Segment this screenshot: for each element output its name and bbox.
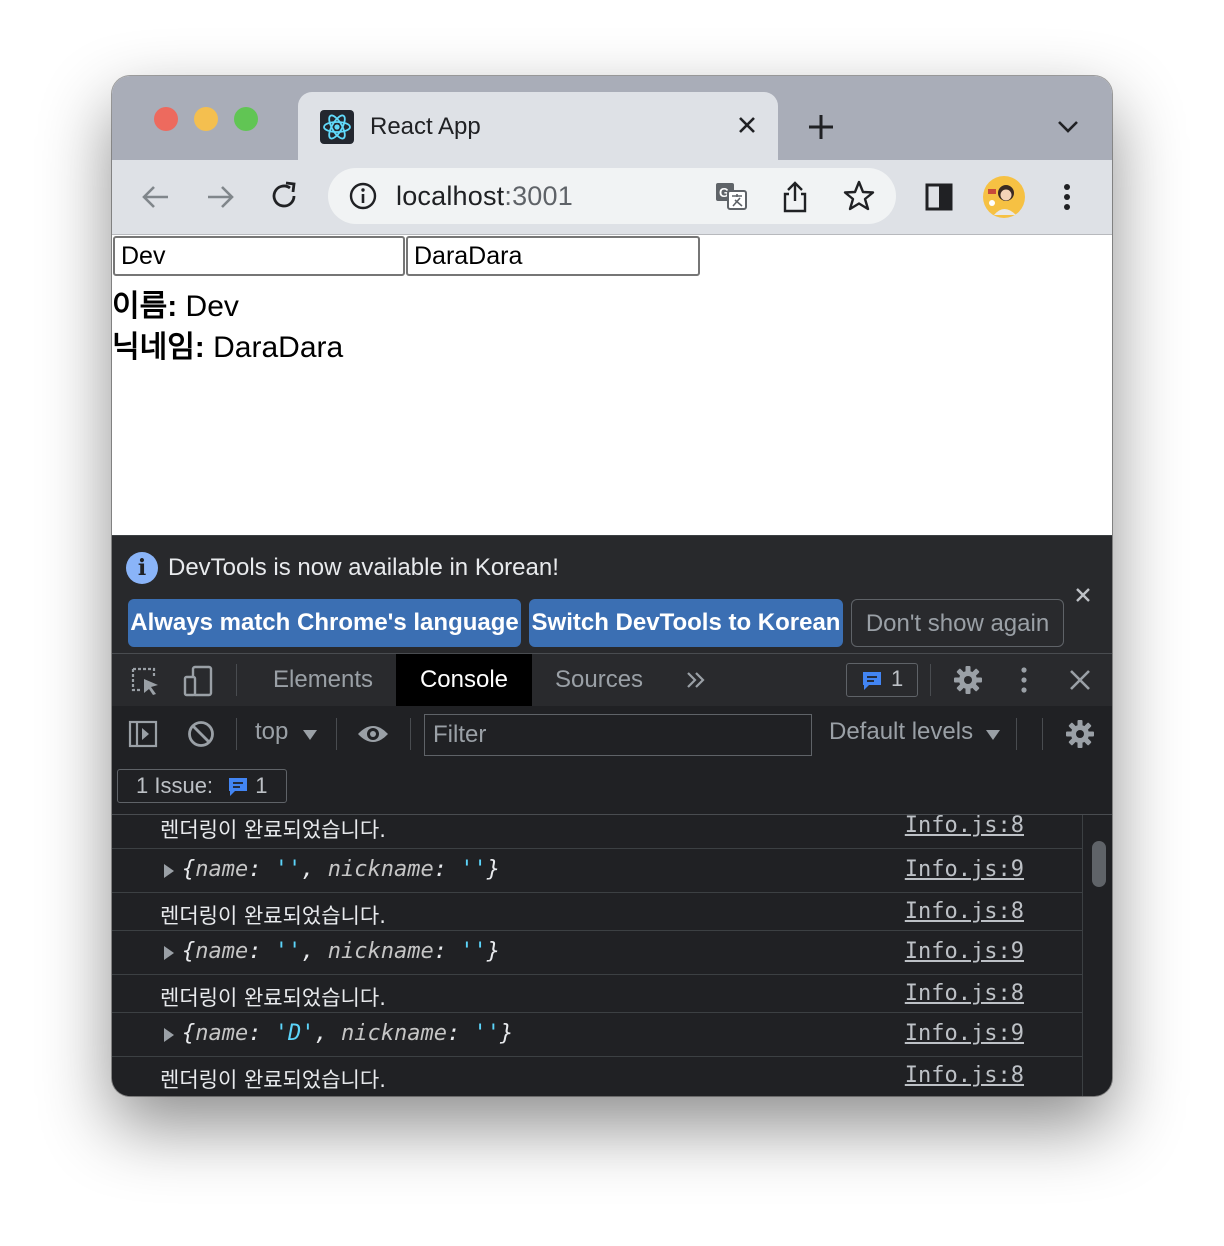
browser-toolbar: localhost:3001 G (112, 160, 1112, 235)
source-link[interactable]: Info.js:9 (905, 939, 1024, 964)
new-tab-plus-icon[interactable] (804, 110, 838, 144)
log-object: {name: '', nickname: ''} (182, 857, 500, 882)
share-icon[interactable] (780, 180, 810, 219)
tab-console[interactable]: Console (396, 654, 532, 706)
console-message[interactable]: {name: 'D', nickname: ''} Info.js:9 (112, 1013, 1082, 1057)
back-arrow-icon[interactable] (138, 180, 174, 219)
expand-triangle-icon[interactable] (164, 1028, 174, 1042)
name-display: 이름: Dev (112, 281, 239, 325)
scrollbar-thumb[interactable] (1092, 841, 1106, 887)
context-selector[interactable]: top (255, 718, 317, 746)
console-log: 렌더링이 완료되었습니다. Info.js:8 {name: '', nickn… (112, 815, 1082, 1096)
zoom-window-button[interactable] (234, 107, 258, 131)
always-match-language-button[interactable]: Always match Chrome's language (128, 599, 521, 647)
console-scrollbar[interactable] (1082, 815, 1112, 1096)
devtools-panel: i DevTools is now available in Korean! A… (112, 535, 1112, 1096)
issues-count: 1 (255, 773, 268, 798)
tab-sources[interactable]: Sources (555, 654, 643, 706)
console-message: 렌더링이 완료되었습니다. Info.js:8 (112, 1057, 1082, 1096)
log-text: 렌더링이 완료되었습니다. (160, 818, 386, 842)
console-message: 렌더링이 완료되었습니다. Info.js:8 (112, 893, 1082, 931)
dont-show-again-button[interactable]: Don't show again (851, 599, 1064, 647)
infobar-close-icon[interactable] (1072, 584, 1094, 606)
log-text: 렌더링이 완료되었습니다. (160, 904, 386, 928)
tab-elements[interactable]: Elements (273, 654, 373, 706)
dropdown-caret-icon (302, 729, 317, 740)
console-message[interactable]: {name: '', nickname: ''} Info.js:9 (112, 849, 1082, 893)
close-devtools-icon[interactable] (1066, 666, 1094, 699)
console-message[interactable]: {name: '', nickname: ''} Info.js:9 (112, 931, 1082, 975)
issues-badge-count: 1 (891, 666, 904, 691)
source-link[interactable]: Info.js:8 (905, 815, 1024, 838)
expand-triangle-icon[interactable] (164, 864, 174, 878)
nickname-value: DaraDara (204, 331, 344, 364)
source-link[interactable]: Info.js:8 (905, 899, 1024, 924)
nickname-display: 닉네임: DaraDara (112, 322, 343, 366)
sidebar-toggle-icon[interactable] (128, 719, 158, 754)
tab-strip: React App (112, 76, 1112, 160)
nickname-label: 닉네임: (112, 331, 205, 364)
source-link[interactable]: Info.js:9 (905, 1021, 1024, 1046)
close-window-button[interactable] (154, 107, 178, 131)
name-value: Dev (177, 290, 239, 323)
console-settings-gear-icon[interactable] (1064, 718, 1096, 755)
log-object: {name: '', nickname: ''} (182, 939, 500, 964)
nickname-input[interactable] (406, 236, 700, 276)
console-toolbar: top Filter Default levels (112, 706, 1112, 762)
page-viewport: 이름: Dev 닉네임: DaraDara (112, 235, 1112, 535)
message-icon (863, 672, 881, 690)
log-text: 렌더링이 완료되었습니다. (160, 1068, 386, 1092)
translate-icon[interactable]: G (714, 180, 748, 217)
issues-label: 1 Issue: (136, 773, 214, 798)
tab-close-icon[interactable] (732, 110, 762, 140)
minimize-window-button[interactable] (194, 107, 218, 131)
name-input[interactable] (113, 236, 405, 276)
forward-arrow-icon[interactable] (202, 180, 238, 219)
console-message: 렌더링이 완료되었습니다. Info.js:8 (112, 815, 1082, 849)
reload-icon[interactable] (266, 178, 302, 219)
dropdown-caret-icon (985, 729, 1000, 740)
more-tabs-chevron-icon[interactable] (684, 668, 708, 697)
live-expression-eye-icon[interactable] (356, 720, 390, 753)
tab-search-chevron-icon[interactable] (1054, 114, 1082, 138)
name-label: 이름: (112, 290, 178, 323)
inspect-element-icon[interactable] (130, 666, 160, 701)
browser-window: React App localhost:3001 G Dev DaraDara … (112, 76, 1112, 1096)
console-filter-input[interactable]: Filter (424, 714, 812, 756)
log-object: {name: 'D', nickname: ''} (182, 1021, 514, 1046)
devtools-menu-icon[interactable] (1012, 665, 1036, 700)
url-text: localhost:3001 (396, 181, 573, 211)
source-link[interactable]: Info.js:8 (905, 1063, 1024, 1088)
address-bar[interactable]: localhost:3001 G (328, 168, 896, 224)
issues-link[interactable]: 1 Issue: 1 (117, 769, 287, 803)
infobar-message: DevTools is now available in Korean! (168, 554, 559, 581)
devtools-language-infobar: i DevTools is now available in Korean! A… (112, 535, 1112, 654)
source-link[interactable]: Info.js:8 (905, 981, 1024, 1006)
source-link[interactable]: Info.js:9 (905, 857, 1024, 882)
log-levels-label: Default levels (829, 718, 974, 745)
log-text: 렌더링이 완료되었습니다. (160, 986, 386, 1010)
bookmark-star-icon[interactable] (842, 179, 876, 218)
switch-to-korean-button[interactable]: Switch DevTools to Korean (529, 599, 843, 647)
tab-title: React App (370, 113, 481, 140)
profile-avatar[interactable] (982, 175, 1026, 224)
console-message: 렌더링이 완료되었습니다. Info.js:8 (112, 975, 1082, 1013)
context-label: top (255, 718, 289, 745)
side-panel-icon[interactable] (924, 182, 954, 217)
browser-tab[interactable]: React App (298, 92, 778, 160)
message-icon (229, 778, 248, 797)
info-icon: i (126, 552, 158, 584)
browser-menu-icon[interactable] (1054, 180, 1080, 219)
react-logo-icon (320, 110, 354, 144)
devtools-tab-bar: Elements Console Sources 1 (112, 653, 1112, 707)
device-toolbar-icon[interactable] (182, 664, 216, 703)
settings-gear-icon[interactable] (952, 664, 984, 701)
issues-badge[interactable]: 1 (846, 663, 918, 697)
issues-bar: 1 Issue: 1 (112, 762, 1112, 815)
clear-console-icon[interactable] (186, 719, 216, 754)
expand-triangle-icon[interactable] (164, 946, 174, 960)
log-levels-dropdown[interactable]: Default levels (829, 718, 1000, 746)
site-info-icon[interactable] (348, 181, 378, 216)
